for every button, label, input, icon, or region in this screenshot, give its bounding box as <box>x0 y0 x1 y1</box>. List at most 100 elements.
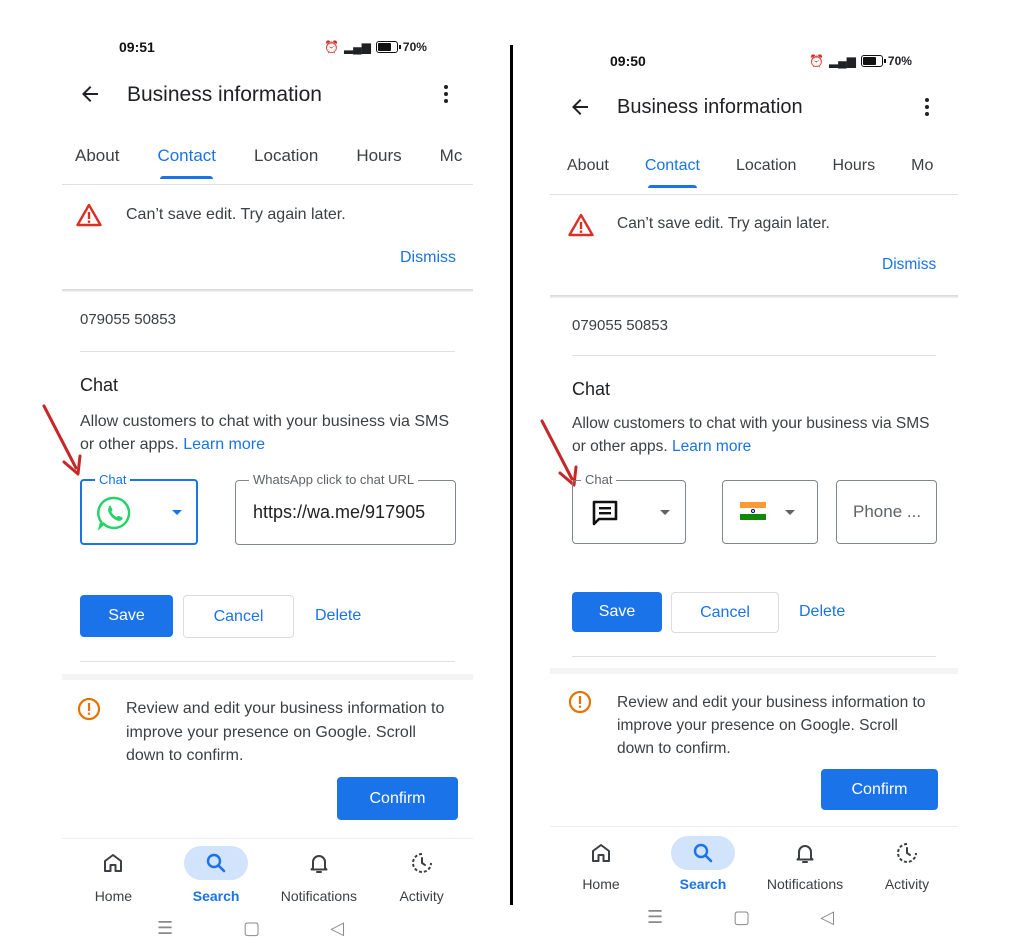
alarm-icon: ⏰ <box>809 54 824 68</box>
dismiss-button[interactable]: Dismiss <box>400 249 456 267</box>
actions-divider <box>80 661 455 662</box>
review-message: Review and edit your business informatio… <box>617 694 926 757</box>
delete-button[interactable]: Delete <box>799 603 845 621</box>
tab-divider <box>62 184 473 185</box>
nav-activity-label: Activity <box>884 876 930 892</box>
nav-notifications[interactable]: Notifications <box>268 846 371 904</box>
home-square-icon[interactable]: ▢ <box>733 907 750 928</box>
annotation-arrow-left <box>42 404 82 476</box>
chat-field-label: Chat <box>95 472 131 487</box>
section-gap <box>62 674 473 680</box>
status-time: 09:51 <box>119 39 155 55</box>
error-message: Can’t save edit. Try again later. <box>126 206 346 223</box>
page-title: Business information <box>617 96 803 118</box>
chat-app-select[interactable]: Chat <box>80 472 198 545</box>
tab-divider <box>550 194 958 195</box>
dismiss-button[interactable]: Dismiss <box>882 256 936 274</box>
tab-hours[interactable]: Hours <box>832 157 875 175</box>
cancel-button[interactable]: Cancel <box>183 595 294 638</box>
nav-home-label: Home <box>582 876 620 892</box>
phone-input[interactable]: Phone ... <box>836 480 937 544</box>
info-circle-icon <box>568 690 592 719</box>
warning-triangle-icon <box>568 213 594 242</box>
learn-more-link[interactable]: Learn more <box>672 438 751 455</box>
tab-about[interactable]: About <box>567 157 609 175</box>
chevron-down-icon <box>785 510 795 515</box>
status-icons: ⏰ ▂▄▆ 70% <box>324 40 427 54</box>
nav-divider <box>62 838 473 839</box>
url-field-label: WhatsApp click to chat URL <box>249 472 419 487</box>
tab-bar: About Contact Location Hours Mo <box>567 157 958 195</box>
chat-field-label: Chat <box>581 472 617 487</box>
battery-icon <box>375 41 401 53</box>
tab-more[interactable]: Mo <box>911 157 933 175</box>
confirm-button[interactable]: Confirm <box>337 777 458 820</box>
banner-divider <box>62 289 473 292</box>
chat-description: Allow customers to chat with your busine… <box>572 412 932 458</box>
status-icons: ⏰ ▂▄▆ 70% <box>809 54 912 68</box>
nav-divider <box>550 826 958 827</box>
nav-search[interactable]: Search <box>165 846 268 904</box>
nav-notifications[interactable]: Notifications <box>754 836 856 892</box>
menu-icon[interactable]: ☰ <box>647 907 663 928</box>
tab-hours[interactable]: Hours <box>356 146 401 166</box>
learn-more-link[interactable]: Learn more <box>183 436 265 453</box>
country-code-select[interactable] <box>722 480 818 544</box>
confirm-button[interactable]: Confirm <box>821 769 938 810</box>
chevron-down-icon <box>660 510 670 515</box>
nav-activity[interactable]: Activity <box>370 846 473 904</box>
signal-icon: ▂▄▆ <box>343 40 371 54</box>
tab-more[interactable]: Mc <box>440 146 463 166</box>
bottom-nav: Home Search Notifications Activity <box>62 846 473 904</box>
chat-heading: Chat <box>80 375 119 395</box>
nav-activity[interactable]: Activity <box>856 836 958 892</box>
alarm-icon: ⏰ <box>324 40 339 54</box>
phone-number: 079055 50853 <box>80 311 176 328</box>
back-triangle-icon[interactable]: ◁ <box>820 907 834 928</box>
nav-home[interactable]: Home <box>62 846 165 904</box>
delete-button[interactable]: Delete <box>315 607 361 625</box>
tab-contact[interactable]: Contact <box>645 157 700 188</box>
nav-home[interactable]: Home <box>550 836 652 892</box>
more-vert-icon[interactable] <box>434 82 458 111</box>
tab-about[interactable]: About <box>75 146 119 166</box>
bottom-nav: Home Search Notifications Activity <box>550 836 958 892</box>
home-square-icon[interactable]: ▢ <box>243 918 260 939</box>
section-gap <box>550 668 958 674</box>
tab-location[interactable]: Location <box>736 157 797 175</box>
signal-icon: ▂▄▆ <box>828 54 856 68</box>
whatsapp-url-field[interactable]: WhatsApp click to chat URL https://wa.me… <box>235 472 456 545</box>
battery-percent: 70% <box>887 54 912 68</box>
info-circle-icon <box>77 697 101 726</box>
nav-notifications-label: Notifications <box>280 888 357 904</box>
nav-notifications-label: Notifications <box>766 876 844 892</box>
back-arrow-icon[interactable] <box>568 95 592 124</box>
search-icon <box>671 836 735 870</box>
more-vert-icon[interactable] <box>915 95 939 124</box>
battery-percent: 70% <box>402 40 427 54</box>
chat-heading: Chat <box>572 379 611 399</box>
nav-home-label: Home <box>94 888 133 904</box>
nav-search[interactable]: Search <box>652 836 754 892</box>
tab-bar: About Contact Location Hours Mc <box>75 146 473 186</box>
cancel-button[interactable]: Cancel <box>671 592 779 633</box>
phone-divider <box>572 355 936 356</box>
back-triangle-icon[interactable]: ◁ <box>330 918 344 939</box>
chat-description: Allow customers to chat with your busine… <box>80 410 450 456</box>
home-icon <box>569 836 633 870</box>
save-button[interactable]: Save <box>80 595 173 637</box>
back-arrow-icon[interactable] <box>78 82 102 111</box>
menu-icon[interactable]: ☰ <box>157 918 173 939</box>
tab-contact[interactable]: Contact <box>157 146 216 179</box>
activity-icon <box>390 846 454 880</box>
bell-icon <box>287 846 351 880</box>
nav-search-label: Search <box>192 888 240 904</box>
banner-divider <box>550 295 958 298</box>
tab-location[interactable]: Location <box>254 146 318 166</box>
error-message: Can’t save edit. Try again later. <box>617 215 830 232</box>
search-icon <box>184 846 249 880</box>
sms-chat-icon <box>591 499 619 532</box>
chat-app-select[interactable]: Chat <box>572 472 686 544</box>
save-button[interactable]: Save <box>572 592 662 632</box>
left-screenshot: 09:51 ⏰ ▂▄▆ 70% Business information Abo… <box>62 0 473 938</box>
